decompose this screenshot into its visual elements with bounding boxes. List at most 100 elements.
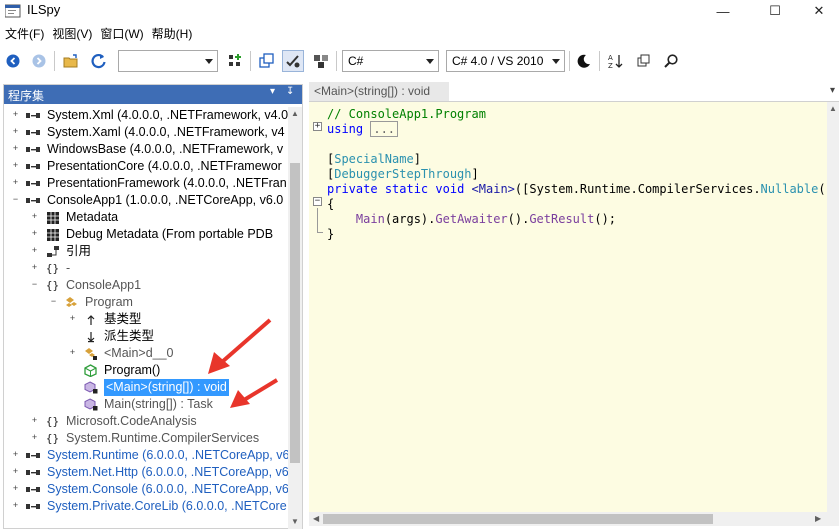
tree-node[interactable]: + Debug Metadata (From portable PDB [4,226,288,243]
tree-node[interactable]: −{} ConsoleApp1 [4,277,288,294]
expand-icon[interactable]: + [11,501,20,511]
panel-pin-button[interactable]: ↧ [286,86,294,97]
code-scrollbar-thumb[interactable] [323,514,713,524]
sync-tree-icon[interactable] [256,50,278,72]
code-token: private [327,182,378,196]
code-view[interactable]: + − // ConsoleApp1.Program using ... [Spec… [309,102,827,512]
assembly-tree[interactable]: + System.Xml (4.0.0.0, .NETFramework, v4.… [4,107,288,517]
tree-node[interactable]: − ConsoleApp1 (1.0.0.0, .NETCoreApp, v6.0 [4,192,288,209]
expand-icon[interactable]: + [30,433,39,443]
menu-help[interactable]: 帮助(H) [150,25,199,42]
scroll-right-icon[interactable]: ▶ [815,514,821,523]
tree-node[interactable]: + System.Runtime (6.0.0.0, .NETCoreApp, v… [4,447,288,464]
search-icon[interactable] [660,50,682,72]
tree-node[interactable]: + {} System.Runtime.CompilerServices [4,430,288,447]
show-private-icon[interactable] [310,50,332,72]
scroll-up-icon[interactable]: ▲ [829,104,837,113]
code-token: (). [507,212,530,226]
tree-node-label: System.Xaml (4.0.0.0, .NETFramework, v4 [47,125,285,139]
forward-icon[interactable] [28,50,50,72]
tree-node[interactable]: Main(string[]) : Task [4,396,288,413]
expand-icon[interactable]: + [11,467,20,477]
collapse-icon[interactable]: − [11,195,20,205]
expand-icon[interactable]: + [30,263,39,273]
tree-node[interactable]: + System.Console (6.0.0.0, .NETCoreApp, v… [4,481,288,498]
tree-node[interactable]: + PresentationFramework (4.0.0.0, .NETFra… [4,175,288,192]
tree-node[interactable]: + System.Net.Http (6.0.0.0, .NETCoreApp, … [4,464,288,481]
collapsed-region[interactable]: ... [370,121,399,137]
tree-node-label: System.Runtime.CompilerServices [66,431,260,445]
expand-icon[interactable]: + [30,246,39,256]
language-version-select[interactable]: C# 4.0 / VS 2010 [446,50,565,72]
language-select[interactable]: C# [342,50,439,72]
expand-icon[interactable]: + [68,314,77,324]
manage-lists-icon[interactable] [632,50,654,72]
tree-node[interactable]: + PresentationCore (4.0.0.0, .NETFramewor [4,158,288,175]
code-token: void [435,182,465,196]
expand-icon[interactable]: + [11,178,20,188]
tree-scrollbar[interactable]: ▲ ▼ [288,107,302,529]
tree-node[interactable]: + System.Xaml (4.0.0.0, .NETFramework, v4 [4,124,288,141]
menu-file[interactable]: 文件(F) [3,25,50,42]
tree-node[interactable]: + {} Microsoft.CodeAnalysis [4,413,288,430]
assembly-icon [26,108,41,123]
add-assembly-icon[interactable] [224,50,246,72]
tree-node[interactable]: + WindowsBase (4.0.0.0, .NETFramework, v [4,141,288,158]
expand-icon[interactable]: + [30,416,39,426]
code-token: ([System.Runtime.CompilerServices. [514,182,761,196]
tree-node-label: 引用 [66,244,92,258]
theme-icon[interactable] [573,50,595,72]
code-token: using [327,122,364,136]
tree-node[interactable]: + 引用 [4,243,288,260]
expand-icon[interactable]: + [30,212,39,222]
tree-node[interactable]: + System.Xml (4.0.0.0, .NETFramework, v4.… [4,107,288,124]
sort-icon[interactable]: AZ [604,50,626,72]
menu-view[interactable]: 视图(V) [50,25,98,42]
scroll-up-icon[interactable]: ▲ [291,109,299,118]
minimize-button[interactable]: — [700,0,746,22]
maximize-button[interactable]: ☐ [752,0,798,22]
tree-node-label: System.Xml (4.0.0.0, .NETFramework, v4.0 [47,108,288,122]
collapse-icon[interactable]: − [49,297,58,307]
refresh-icon[interactable] [88,50,110,72]
tree-node[interactable]: Program() [4,362,288,379]
expand-icon[interactable]: + [11,127,20,137]
scroll-left-icon[interactable]: ◀ [313,514,319,523]
expand-icon[interactable]: + [68,348,77,358]
tree-node[interactable]: + System.Private.CoreLib (6.0.0.0, .NETCo… [4,498,288,515]
code-horizontal-scrollbar[interactable]: ◀ ▶ [309,512,839,526]
fold-toggle-using[interactable]: + [313,122,322,131]
expand-icon[interactable]: + [11,144,20,154]
panel-menu-button[interactable]: ▾ [270,86,275,97]
expand-icon[interactable]: + [11,484,20,494]
tree-node[interactable]: + Metadata [4,209,288,226]
code-token: GetResult [529,212,595,226]
scroll-down-icon[interactable]: ▼ [291,517,299,526]
tree-node[interactable]: + {} - [4,260,288,277]
tree-node[interactable]: + 基类型 [4,311,288,328]
tree-node[interactable]: 派生类型 [4,328,288,345]
assembly-icon [26,176,41,191]
expand-icon[interactable]: + [30,229,39,239]
assembly-list-combo[interactable] [118,50,218,72]
code-token: static [384,182,429,196]
expand-icon[interactable]: + [11,450,20,460]
show-all-members-icon[interactable] [282,50,304,72]
open-icon[interactable] [60,50,82,72]
collapse-icon[interactable]: − [30,280,39,290]
tree-node[interactable]: − Program [4,294,288,311]
fold-toggle-method[interactable]: − [313,197,322,206]
code-vertical-scrollbar[interactable]: ▲ [827,102,839,512]
menu-window[interactable]: 窗口(W) [98,25,149,42]
editor-tab[interactable]: <Main>(string[]) : void [309,82,449,101]
expand-icon[interactable]: + [11,161,20,171]
tab-list-dropdown[interactable]: ▾ [830,85,835,96]
tree-node[interactable]: + <Main>d__0 [4,345,288,362]
expand-icon[interactable]: + [11,110,20,120]
title-bar: ILSpy — ☐ ✕ [0,0,839,22]
tree-scrollbar-thumb[interactable] [290,163,300,463]
close-button[interactable]: ✕ [796,0,839,22]
back-icon[interactable] [2,50,24,72]
tree-node[interactable]: <Main>(string[]) : void [4,379,288,396]
